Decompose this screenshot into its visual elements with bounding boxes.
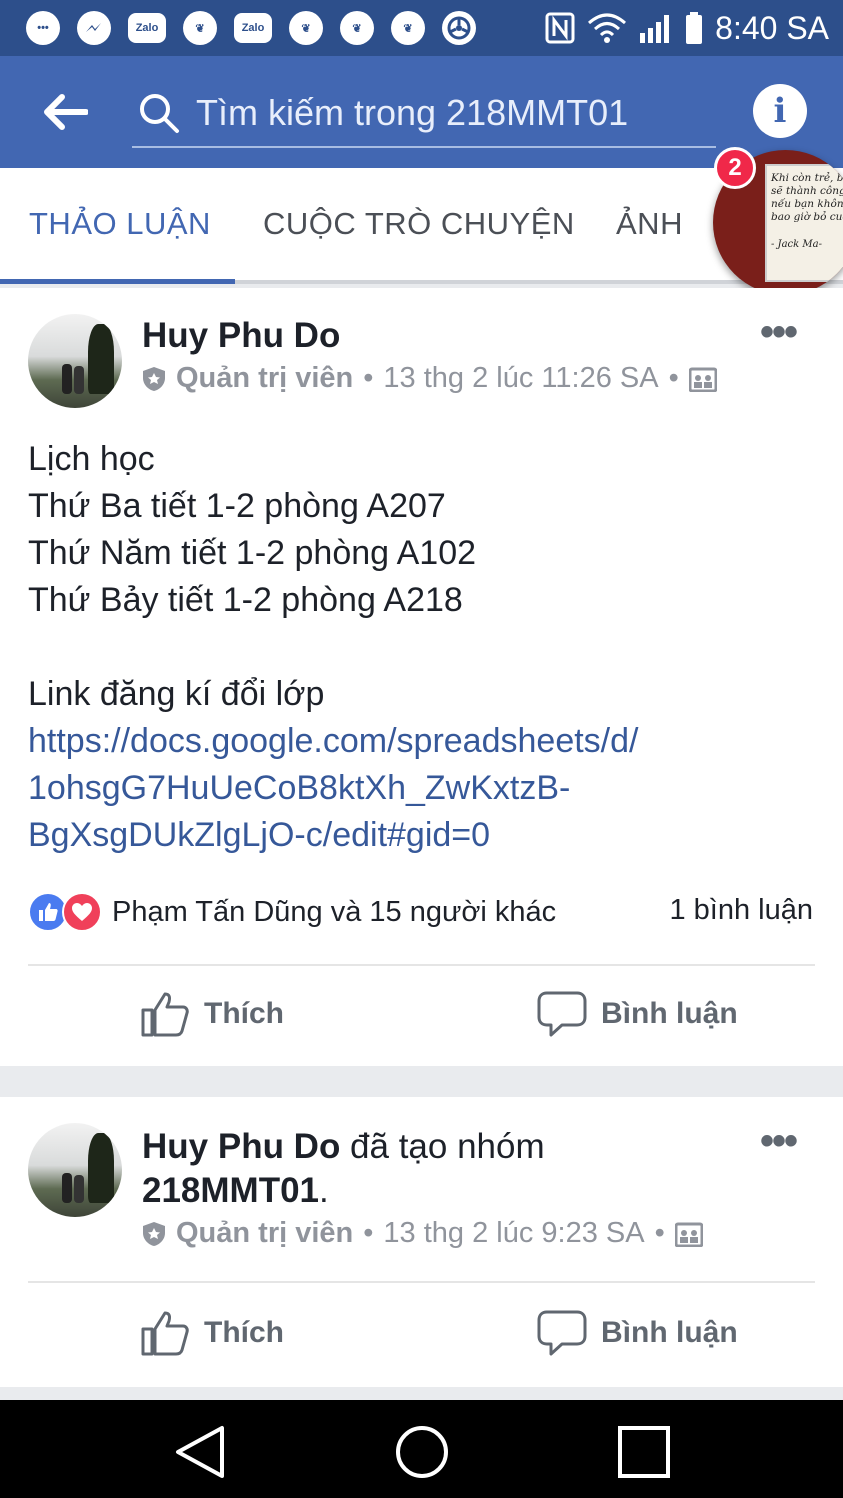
tab-photos[interactable]: ẢNH [616, 206, 683, 242]
post-text-line: Thứ Ba tiết 1-2 phòng A207 [28, 487, 446, 525]
back-arrow-icon[interactable] [42, 94, 88, 130]
spreadsheet-link[interactable]: https://docs.google.com/spreadsheets/d/ … [28, 718, 818, 859]
period: . [319, 1171, 329, 1210]
post-card: Huy Phu Do đã tạo nhóm 218MMT01. Quản tr… [0, 1097, 843, 1387]
notification-icons: ••• Zalo ❦ Zalo ❦ ❦ ❦ [26, 11, 476, 45]
search-input[interactable] [196, 92, 716, 134]
system-status: 8:40 SA [545, 10, 829, 47]
battery-icon [686, 12, 703, 44]
post-text-line: Link đăng kí đổi lớp [28, 675, 325, 713]
quote-line: nếu bạn không [771, 198, 843, 210]
reaction-names: Phạm Tấn Dũng và 15 người khác [112, 895, 557, 928]
action-text: đã tạo nhóm [340, 1127, 545, 1166]
post-card: Huy Phu Do Quản trị viên • 13 thg 2 lúc … [0, 288, 843, 1066]
like-label: Thích [204, 997, 284, 1030]
post-text-line: Thứ Bảy tiết 1-2 phòng A218 [28, 581, 463, 619]
more-options-icon[interactable]: ••• [760, 312, 798, 352]
link-line[interactable]: https://docs.google.com/spreadsheets/d/ [28, 718, 818, 765]
group-privacy-icon [674, 1222, 703, 1247]
post-text-line [28, 624, 818, 671]
post-text-line: Lịch học [28, 440, 155, 478]
uc-browser-icon: ❦ [391, 11, 425, 45]
reaction-summary[interactable]: Phạm Tấn Dũng và 15 người khác [28, 892, 556, 932]
tab-conversations[interactable]: CUỘC TRÒ CHUYỆN [263, 206, 575, 242]
status-bar: ••• Zalo ❦ Zalo ❦ ❦ ❦ 8:40 SA [0, 0, 843, 56]
quote-author: - Jack Ma- [771, 239, 822, 250]
separator-dot: • [668, 362, 679, 394]
info-icon[interactable]: i [753, 84, 807, 138]
separator-dot: • [654, 1217, 665, 1249]
link-line[interactable]: 1ohsgG7HuUeCoB8ktXh_ZwKxtzB- [28, 765, 818, 812]
quote-line: sẽ thành công [771, 185, 843, 197]
divider [28, 1281, 815, 1283]
comment-button[interactable]: Bình luận [537, 990, 738, 1038]
post-text: Lịch học Thứ Ba tiết 1-2 phòng A207 Thứ … [28, 436, 818, 718]
back-nav-icon[interactable] [172, 1424, 228, 1480]
divider [28, 964, 815, 966]
screen: ••• Zalo ❦ Zalo ❦ ❦ ❦ 8:40 SA Tìm kiếm t… [0, 0, 843, 1498]
comment-button[interactable]: Bình luận [537, 1309, 738, 1357]
quote-line: bao giờ bỏ cuộc [771, 211, 843, 223]
link-line[interactable]: BgXsgDUkZlgLjO-c/edit#gid=0 [28, 812, 818, 859]
group-name[interactable]: 218MMT01 [142, 1171, 319, 1210]
post-meta: Quản trị viên • 13 thg 2 lúc 9:23 SA • [142, 1217, 703, 1250]
messenger-icon [77, 11, 111, 45]
comment-count[interactable]: 1 bình luận [669, 894, 813, 927]
comment-label: Bình luận [601, 1316, 738, 1349]
post-text-line: Thứ Năm tiết 1-2 phòng A102 [28, 534, 477, 572]
active-tab-indicator [0, 279, 235, 284]
like-icon [141, 1311, 189, 1356]
navigation-bar [0, 1400, 843, 1498]
admin-label: Quản trị viên [176, 362, 354, 394]
signal-icon [640, 15, 670, 43]
admin-shield-icon [143, 1221, 165, 1246]
comment-label: Bình luận [601, 997, 738, 1030]
clock: 8:40 SA [715, 9, 829, 46]
comment-icon [537, 1310, 587, 1356]
search-icon [140, 94, 179, 133]
search-bar[interactable] [132, 80, 716, 148]
tab-discussion[interactable]: THẢO LUẬN [29, 206, 211, 242]
avatar[interactable] [28, 314, 122, 408]
like-label: Thích [204, 1316, 284, 1349]
avatar[interactable] [28, 1123, 122, 1217]
post-timestamp[interactable]: 13 thg 2 lúc 9:23 SA [383, 1217, 644, 1250]
chat-head-quote-image: Khi còn trẻ, bạn sẽ thành công nếu bạn k… [765, 164, 843, 282]
admin-label: Quản trị viên [176, 1217, 354, 1249]
uc-browser-icon: ❦ [183, 11, 217, 45]
nfc-icon [545, 12, 575, 44]
uc-browser-icon: ❦ [289, 11, 323, 45]
comment-icon [537, 991, 587, 1037]
admin-shield-icon [143, 366, 165, 391]
group-privacy-icon [688, 367, 717, 392]
post-meta: Quản trị viên • 13 thg 2 lúc 11:26 SA • [142, 362, 717, 395]
unread-badge: 2 [714, 147, 756, 189]
uc-browser-icon: ❦ [340, 11, 374, 45]
recents-nav-icon[interactable] [616, 1424, 672, 1480]
group-created-headline: Huy Phu Do đã tạo nhóm 218MMT01. [142, 1125, 742, 1213]
post-author[interactable]: Huy Phu Do [142, 1127, 340, 1166]
separator-dot: • [363, 1217, 374, 1249]
search-header: i [0, 56, 843, 168]
wifi-icon [588, 13, 627, 43]
home-nav-icon[interactable] [394, 1424, 450, 1480]
steering-icon [442, 11, 476, 45]
love-reaction-icon [62, 892, 102, 932]
quote-line: Khi còn trẻ, bạn [771, 172, 843, 184]
zalo-icon: Zalo [234, 13, 272, 43]
like-icon [141, 992, 189, 1037]
like-button[interactable]: Thích [140, 1309, 284, 1357]
separator-dot: • [363, 362, 374, 394]
zalo-icon: Zalo [128, 13, 166, 43]
like-button[interactable]: Thích [140, 990, 284, 1038]
more-options-icon[interactable]: ••• [760, 1121, 798, 1161]
post-timestamp[interactable]: 13 thg 2 lúc 11:26 SA [383, 362, 658, 395]
post-author[interactable]: Huy Phu Do [142, 316, 340, 356]
chat-icon: ••• [26, 11, 60, 45]
